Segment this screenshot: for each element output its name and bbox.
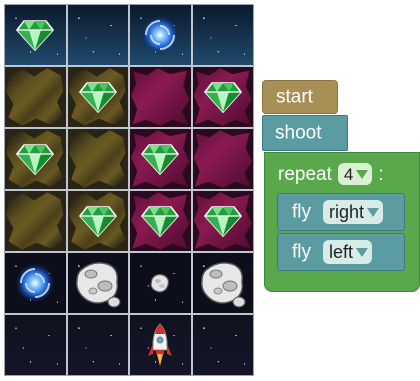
grid-cell-6-4 [192, 315, 253, 375]
direction-value: left [329, 242, 354, 262]
fly-right-block[interactable]: fly right [277, 193, 405, 231]
fly-label: fly [292, 201, 311, 223]
olive-terrain [5, 67, 66, 127]
grid-cell-2-4 [192, 67, 253, 127]
grid-cell-4-1 [5, 191, 66, 251]
olive-terrain [67, 129, 128, 189]
repeat-colon: : [378, 163, 384, 185]
grid-cell-1-1 [5, 5, 66, 65]
fly-label: fly [292, 241, 311, 263]
asteroid-icon [73, 258, 123, 308]
grid-cell-6-3 [130, 315, 191, 375]
grid-cell-4-3 [130, 191, 191, 251]
start-label: start [276, 86, 313, 108]
gem-icon [141, 205, 180, 237]
shoot-label: shoot [275, 122, 322, 144]
grid-cell-3-3 [130, 129, 191, 189]
grid-cell-5-3 [130, 253, 191, 313]
gem-icon [78, 81, 117, 113]
repeat-count-value: 4 [343, 164, 354, 184]
gem-icon [78, 205, 117, 237]
repeat-label: repeat [278, 163, 332, 185]
magenta-terrain [192, 129, 253, 189]
shoot-block[interactable]: shoot [262, 115, 348, 151]
grid-cell-3-2 [67, 129, 128, 189]
start-block[interactable]: start [262, 80, 338, 114]
grid-cell-6-2 [67, 315, 128, 375]
gem-icon [203, 81, 242, 113]
direction-value: right [329, 202, 365, 222]
grid-cell-3-1 [5, 129, 66, 189]
grid-cell-2-1 [5, 67, 66, 127]
dropdown-arrow-icon [356, 247, 369, 257]
grid-cell-4-4 [192, 191, 253, 251]
magenta-terrain [130, 67, 191, 127]
grid-cell-5-4 [192, 253, 253, 313]
asteroid-icon [198, 258, 248, 308]
game-grid [4, 4, 254, 376]
gem-icon [16, 19, 55, 51]
rocket-icon [147, 322, 173, 368]
dropdown-arrow-icon [356, 169, 369, 179]
vortex-icon [139, 14, 181, 56]
repeat-count-dropdown[interactable]: 4 [337, 163, 373, 185]
repeat-block[interactable]: repeat 4 : fly right fly left [264, 152, 420, 292]
code-workspace: start shoot repeat 4 : fly right fly lef… [262, 80, 420, 292]
gem-icon [141, 143, 180, 175]
grid-cell-1-4 [192, 5, 253, 65]
gem-icon [16, 143, 55, 175]
grid-cell-6-1 [5, 315, 66, 375]
gem-icon [203, 205, 242, 237]
direction-dropdown-left[interactable]: left [323, 240, 373, 264]
vortex-icon [14, 262, 56, 304]
grid-cell-2-2 [67, 67, 128, 127]
grid-cell-4-2 [67, 191, 128, 251]
grid-cell-2-3 [130, 67, 191, 127]
small-asteroid-icon [148, 271, 172, 295]
grid-cell-1-3 [130, 5, 191, 65]
grid-cell-1-2 [67, 5, 128, 65]
grid-cell-5-1 [5, 253, 66, 313]
fly-left-block[interactable]: fly left [277, 233, 405, 271]
grid-cell-5-2 [67, 253, 128, 313]
olive-terrain [5, 191, 66, 251]
direction-dropdown-right[interactable]: right [323, 200, 384, 224]
dropdown-arrow-icon [367, 207, 380, 217]
grid-cell-3-4 [192, 129, 253, 189]
